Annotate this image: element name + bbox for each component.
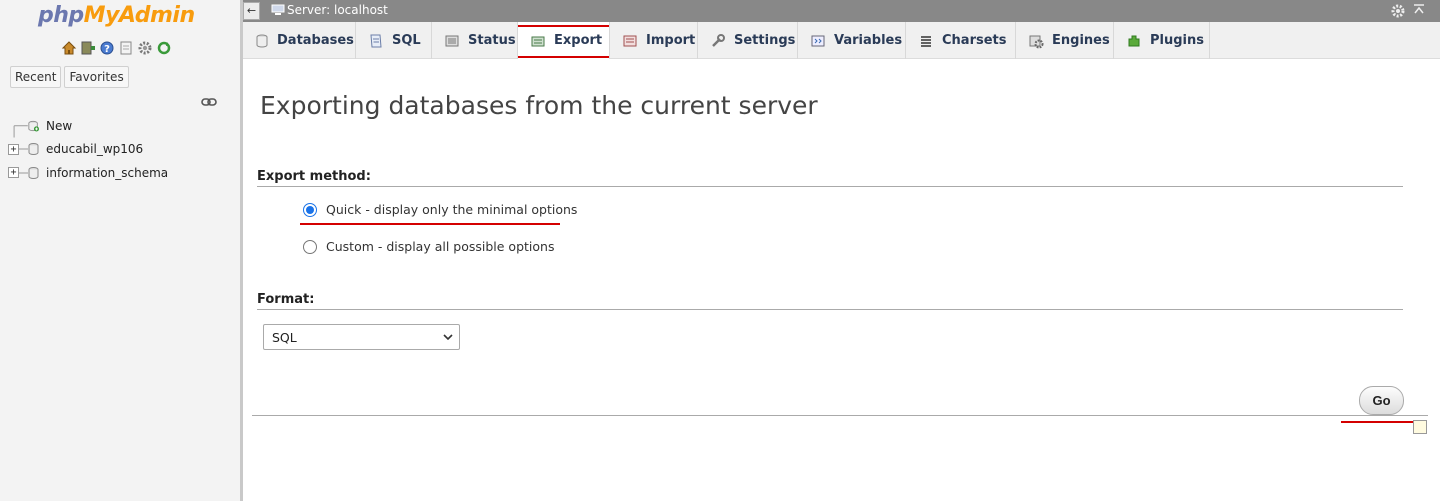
page-title: Exporting databases from the current ser… xyxy=(260,91,818,120)
divider xyxy=(252,415,1428,416)
database-icon xyxy=(28,166,39,179)
red-annotation-underline xyxy=(1341,421,1421,423)
tab-engines[interactable]: Engines xyxy=(1016,22,1114,59)
logo-myadmin-text: MyAdmin xyxy=(83,3,195,28)
tab-plugins[interactable]: Plugins xyxy=(1114,22,1210,59)
nav-tabs: Recent Favorites xyxy=(10,66,129,88)
tree-item-information-schema[interactable]: + information_schema xyxy=(8,161,168,185)
collapse-nav-button[interactable]: ← xyxy=(243,2,260,20)
settings-gear-icon[interactable] xyxy=(1390,3,1406,22)
tab-favorites[interactable]: Favorites xyxy=(64,66,129,88)
tree-item-educabil-wp106[interactable]: + educabil_wp106 xyxy=(8,138,168,162)
custom-export-option[interactable]: Custom - display all possible options xyxy=(303,239,554,254)
svg-text:?: ? xyxy=(104,44,110,55)
red-annotation-underline xyxy=(300,223,560,225)
link-with-main-panel-icon[interactable] xyxy=(201,96,217,110)
settings-icon xyxy=(712,33,725,47)
logo-php-text: php xyxy=(38,3,84,28)
expand-icon[interactable]: + xyxy=(8,143,19,155)
server-icon xyxy=(271,4,285,15)
variables-icon xyxy=(811,35,825,46)
nav-icon-toolbar: ? xyxy=(61,40,172,56)
tab-recent[interactable]: Recent xyxy=(10,66,62,88)
console-icon[interactable] xyxy=(1413,420,1427,434)
tab-label: Engines xyxy=(1052,33,1110,48)
tab-sql[interactable]: SQL xyxy=(356,22,432,59)
export-icon xyxy=(531,36,545,46)
quick-export-option[interactable]: Quick - display only the minimal options xyxy=(303,202,577,217)
custom-option-label: Custom - display all possible options xyxy=(326,239,555,254)
engines-icon xyxy=(1029,35,1044,48)
quick-radio[interactable] xyxy=(303,202,317,217)
tab-settings[interactable]: Settings xyxy=(698,22,798,59)
plugins-icon xyxy=(1128,35,1140,46)
format-selected-value: SQL xyxy=(272,329,297,345)
tab-status[interactable]: Status xyxy=(432,22,518,59)
nav-resizer[interactable] xyxy=(240,0,243,501)
charsets-icon xyxy=(921,35,931,47)
docs-icon[interactable] xyxy=(118,40,134,56)
red-highlight-top xyxy=(518,25,609,27)
tab-label: Variables xyxy=(834,33,903,48)
tree-item-label: educabil_wp106 xyxy=(46,142,144,157)
status-icon xyxy=(445,35,459,46)
tree-connector xyxy=(13,125,28,138)
tab-label: Export xyxy=(554,33,603,48)
navigation-panel: phpMyAdmin ? Recent Favorites New + educ… xyxy=(0,0,240,501)
server-breadcrumb[interactable]: Server: localhost xyxy=(271,3,388,17)
top-menu: Databases SQL Status Export Import Setti… xyxy=(243,22,1440,59)
tab-label: SQL xyxy=(392,33,421,48)
home-icon[interactable] xyxy=(61,40,77,56)
gear-icon[interactable] xyxy=(137,40,153,56)
export-method-heading: Export method: xyxy=(257,169,1403,187)
collapse-up-icon[interactable] xyxy=(1412,2,1426,20)
server-breadcrumb-bar: ← Server: localhost xyxy=(243,0,1440,22)
tree-item-label: New xyxy=(46,118,73,133)
tab-export[interactable]: Export xyxy=(518,22,610,59)
server-label: Server: localhost xyxy=(287,3,388,17)
phpmyadmin-logo[interactable]: phpMyAdmin xyxy=(38,3,195,28)
tree-connector xyxy=(19,148,28,150)
logout-icon[interactable] xyxy=(80,40,96,56)
tab-variables[interactable]: Variables xyxy=(798,22,906,59)
expand-icon[interactable]: + xyxy=(8,167,19,179)
new-db-icon xyxy=(28,120,39,132)
database-icon xyxy=(28,143,39,156)
chevron-down-icon xyxy=(443,334,453,340)
tab-databases[interactable]: Databases xyxy=(243,22,356,59)
custom-radio[interactable] xyxy=(303,239,317,254)
tab-label: Plugins xyxy=(1150,33,1204,48)
tree-connector xyxy=(19,172,28,174)
tab-label: Status xyxy=(468,33,516,48)
format-heading: Format: xyxy=(257,292,1403,310)
tab-label: Import xyxy=(646,33,696,48)
import-icon xyxy=(623,35,637,46)
tab-import[interactable]: Import xyxy=(610,22,698,59)
sql-icon xyxy=(370,34,382,47)
tab-label: Charsets xyxy=(942,33,1007,48)
quick-option-label: Quick - display only the minimal options xyxy=(326,202,578,217)
databases-icon xyxy=(256,34,268,47)
database-tree: New + educabil_wp106 + information_schem… xyxy=(8,114,168,185)
reload-icon[interactable] xyxy=(156,40,172,56)
tab-label: Databases xyxy=(277,33,354,48)
tree-item-new[interactable]: New xyxy=(8,114,168,138)
red-highlight-bottom xyxy=(518,56,609,58)
tab-charsets[interactable]: Charsets xyxy=(906,22,1016,59)
help-icon[interactable]: ? xyxy=(99,40,115,56)
format-select[interactable]: SQL xyxy=(263,324,460,350)
tree-item-label: information_schema xyxy=(46,165,169,180)
tab-label: Settings xyxy=(734,33,796,48)
go-button[interactable]: Go xyxy=(1359,386,1404,415)
